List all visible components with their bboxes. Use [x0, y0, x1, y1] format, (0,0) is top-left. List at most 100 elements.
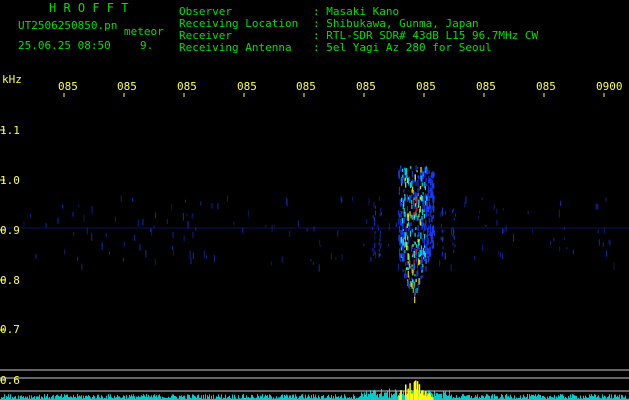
amplitude-bar [441, 393, 442, 400]
amplitude-bar [313, 394, 314, 400]
amplitude-bar [257, 394, 258, 400]
amplitude-bar [124, 396, 125, 400]
filename: UT2506250850.pn [18, 19, 118, 32]
amplitude-bar [450, 396, 451, 400]
freq-label-0-9: 0.9 [0, 224, 20, 237]
echo-pixel [404, 168, 406, 176]
echo-pixel [400, 218, 402, 226]
amplitude-bar [448, 395, 449, 400]
echo-pixel [413, 179, 415, 183]
noise-speck [172, 231, 174, 238]
amplitude-bar [625, 395, 626, 400]
echo-pixel [421, 215, 423, 220]
amplitude-bar [496, 396, 497, 400]
echo-pixel [412, 269, 414, 276]
amplitude-bar [146, 394, 147, 400]
noise-speck [605, 197, 607, 202]
meteor-label: meteor [124, 25, 164, 38]
echo-streak [442, 251, 444, 255]
freq-label-0-7: 0.7 [0, 323, 20, 336]
echo-pixel [423, 213, 426, 219]
echo-pixel [416, 170, 418, 173]
echo-pixel [432, 176, 434, 179]
noise-speck [387, 243, 389, 247]
amplitude-bar [323, 394, 324, 400]
amplitude-bar [168, 396, 169, 400]
amplitude-bar [534, 395, 535, 400]
amplitude-bar [585, 395, 586, 400]
amplitude-bar [20, 395, 21, 400]
amplitude-bar [443, 391, 444, 400]
echo-pixel [423, 199, 425, 203]
echo-pixel [428, 170, 430, 174]
echo-streak [379, 253, 381, 257]
freq-label-1-1: 1.1 [0, 124, 20, 137]
noise-speck [91, 233, 93, 241]
noise-speck [203, 250, 205, 259]
amplitude-bar [78, 396, 79, 400]
amplitude-bar [436, 393, 437, 400]
noise-speck [609, 240, 611, 247]
noise-speck [445, 252, 447, 260]
amplitude-bar [47, 394, 48, 400]
amplitude-bar [141, 395, 142, 400]
echo-pixel [421, 222, 423, 230]
amplitude-bar [219, 396, 220, 400]
echo-pixel [416, 288, 418, 294]
amplitude-bar [532, 394, 533, 400]
echo-pixel [414, 273, 416, 277]
time-tick-9: 085 [536, 80, 556, 93]
amplitude-bar [290, 395, 291, 400]
echo-pixel [405, 262, 407, 266]
amplitude-bar [373, 390, 374, 400]
amplitude-bar [197, 395, 198, 400]
amplitude-bar [575, 395, 576, 400]
noise-speck [503, 228, 505, 234]
echo-pixel [402, 269, 404, 272]
noise-speck [192, 213, 194, 216]
time-tick-7: 085 [416, 80, 436, 93]
noise-speck [91, 205, 93, 214]
noise-speck [559, 200, 561, 206]
amplitude-bar [41, 396, 42, 400]
noise-speck [370, 256, 372, 262]
amplitude-bar [341, 394, 342, 400]
echo-pixel [416, 197, 418, 205]
amplitude-bar [265, 394, 266, 400]
amplitude-bar [299, 396, 300, 400]
amplitude-bar [258, 396, 259, 400]
date-time: 25.06.25 08:50 [18, 39, 111, 52]
echo-streak [374, 251, 376, 255]
noise-speck [335, 257, 337, 261]
noise-speck [496, 219, 498, 226]
amplitude-bar [501, 394, 502, 400]
amplitude-bar [181, 395, 182, 400]
noise-speck [388, 223, 390, 231]
echo-pixel [432, 184, 434, 190]
amplitude-bar [374, 389, 375, 400]
amplitude-bar [171, 395, 172, 400]
amplitude-bar [364, 392, 365, 400]
noise-speck [373, 201, 375, 208]
amplitude-bar [463, 394, 464, 400]
echo-pixel [415, 203, 417, 207]
echo-streak [440, 236, 442, 240]
amplitude-bar [44, 394, 45, 400]
amplitude-bar [58, 395, 59, 400]
amplitude-bar [289, 395, 290, 400]
amplitude-bar [502, 394, 503, 400]
echo-pixel [407, 281, 409, 286]
noise-speck [213, 255, 215, 262]
echo-pixel [413, 281, 415, 289]
echo-pixel [423, 238, 426, 246]
echo-pixel [417, 188, 419, 196]
echo-pixel [417, 181, 419, 187]
time-tick-8: 085 [476, 80, 496, 93]
noise-speck [501, 228, 503, 234]
amplitude-bar [89, 395, 90, 400]
noise-speck [532, 229, 534, 234]
noise-speck [374, 255, 376, 260]
amplitude-bar [57, 394, 58, 400]
amplitude-bar [60, 395, 61, 400]
noise-speck [77, 257, 79, 262]
